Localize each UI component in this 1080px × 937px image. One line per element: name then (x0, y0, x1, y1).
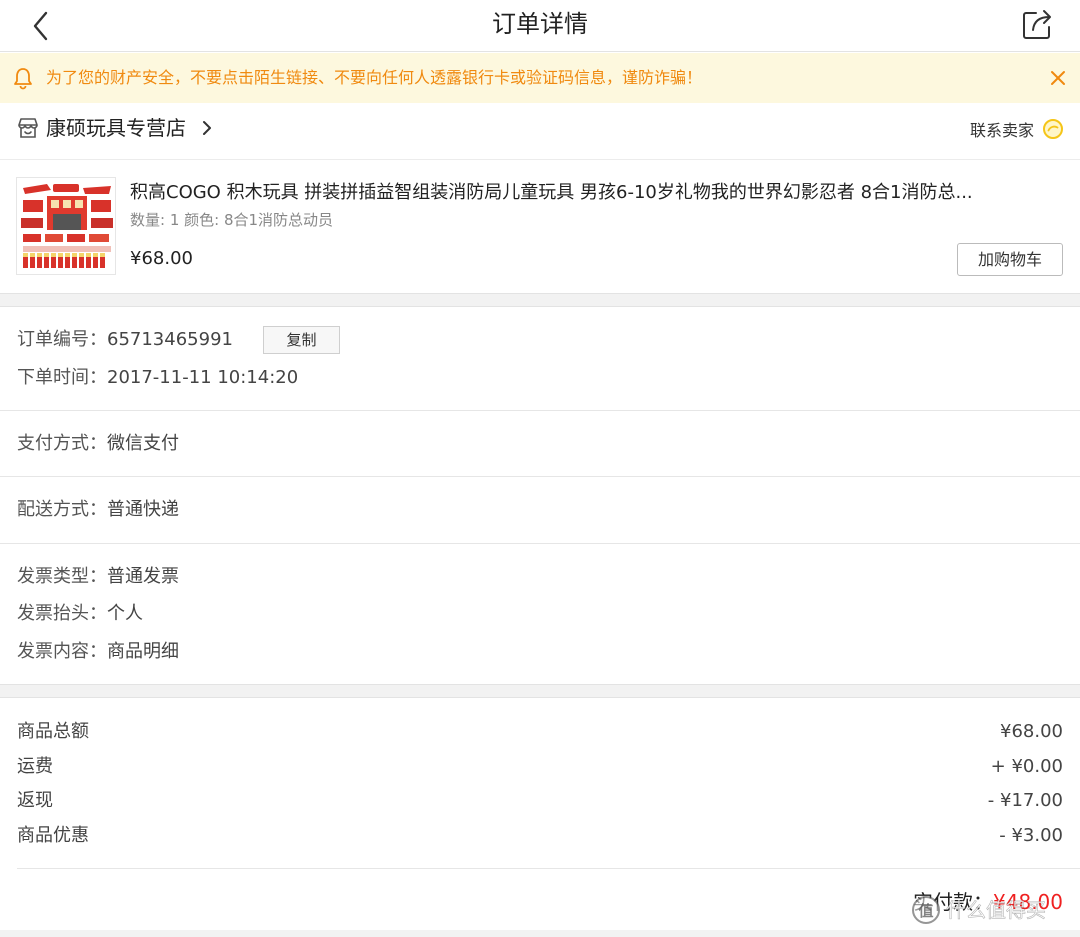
invoice-title: 个人 (107, 603, 143, 624)
amount-label: 商品总额 (17, 721, 89, 742)
page-title: 订单详情 (492, 10, 588, 38)
chat-bubble-icon (1043, 119, 1063, 139)
delivery-label: 配送方式： (17, 499, 107, 520)
security-notice: 为了您的财产安全，不要点击陌生链接、不要向任何人透露银行卡或验证码信息，谨防诈骗… (0, 53, 1080, 103)
amount-value: - ¥17.00 (987, 790, 1063, 811)
amount-row: 返现 - ¥17.00 (17, 788, 1063, 814)
invoice-type-row: 发票类型：普通发票 (17, 564, 179, 590)
divider (17, 868, 1080, 869)
payment-method: 微信支付 (107, 433, 179, 454)
order-time-row: 下单时间：2017-11-11 10:14:20 (17, 365, 298, 391)
nav-bar: 订单详情 (0, 0, 1080, 52)
section-gap (0, 684, 1080, 698)
divider (0, 410, 1080, 411)
product-spec: 数量: 1 颜色: 8合1消防总动员 (130, 211, 334, 229)
watermark-logo: 值 什么值得买 (912, 896, 1046, 924)
amount-row: 商品优惠 - ¥3.00 (17, 823, 1063, 849)
chevron-right-icon (203, 121, 211, 135)
store-header[interactable]: 康硕玩具专营店 联系卖家 (0, 104, 1080, 160)
invoice-title-row: 发票抬头：个人 (17, 601, 143, 627)
bell-icon (14, 68, 32, 90)
invoice-type: 普通发票 (107, 566, 179, 587)
store-name[interactable]: 康硕玩具专营店 (46, 114, 186, 142)
bottom-band (0, 930, 1080, 937)
invoice-type-label: 发票类型： (17, 566, 107, 587)
share-icon[interactable] (1020, 6, 1056, 42)
delivery-method: 普通快递 (107, 499, 179, 520)
svg-text:值: 值 (918, 902, 933, 920)
invoice-content: 商品明细 (107, 641, 179, 662)
add-to-cart-button[interactable]: 加购物车 (957, 243, 1063, 276)
amount-value: + ¥0.00 (990, 756, 1063, 777)
copy-button[interactable]: 复制 (263, 326, 340, 354)
product-price: ¥68.00 (130, 248, 193, 269)
order-number-row: 订单编号：65713465991 (17, 327, 233, 353)
order-number-label: 订单编号： (17, 329, 107, 350)
invoice-content-label: 发票内容： (17, 641, 107, 662)
delivery-row: 配送方式：普通快递 (17, 497, 179, 523)
amount-row: 商品总额 ¥68.00 (17, 719, 1063, 745)
amount-row: 运费 + ¥0.00 (17, 754, 1063, 780)
notice-text: 为了您的财产安全，不要点击陌生链接、不要向任何人透露银行卡或验证码信息，谨防诈骗… (46, 68, 703, 87)
amount-label: 运费 (17, 756, 53, 777)
divider (0, 476, 1080, 477)
product-image[interactable] (16, 177, 116, 275)
product-title[interactable]: 积高COGO 积木玩具 拼装拼插益智组装消防局儿童玩具 男孩6-10岁礼物我的世… (130, 179, 1050, 207)
toy-set-image (17, 178, 115, 274)
payment-row: 支付方式：微信支付 (17, 431, 179, 457)
order-time-label: 下单时间： (17, 367, 107, 388)
invoice-content-row: 发票内容：商品明细 (17, 639, 179, 665)
contact-seller-label: 联系卖家 (969, 121, 1034, 140)
close-icon[interactable] (1046, 66, 1070, 90)
payment-label: 支付方式： (17, 433, 107, 454)
store-icon (18, 118, 38, 138)
watermark-text: 什么值得买 (946, 898, 1046, 922)
amount-label: 商品优惠 (17, 825, 89, 846)
divider (0, 543, 1080, 544)
contact-seller-button[interactable]: 联系卖家 (970, 116, 1064, 142)
product-item[interactable]: 积高COGO 积木玩具 拼装拼插益智组装消防局儿童玩具 男孩6-10岁礼物我的世… (0, 161, 1080, 293)
order-number: 65713465991 (107, 329, 233, 350)
amount-value: ¥68.00 (1000, 721, 1063, 742)
invoice-title-label: 发票抬头： (17, 603, 107, 624)
order-time: 2017-11-11 10:14:20 (107, 367, 299, 388)
amount-value: - ¥3.00 (999, 825, 1063, 846)
section-gap (0, 293, 1080, 307)
amount-label: 返现 (17, 790, 53, 811)
